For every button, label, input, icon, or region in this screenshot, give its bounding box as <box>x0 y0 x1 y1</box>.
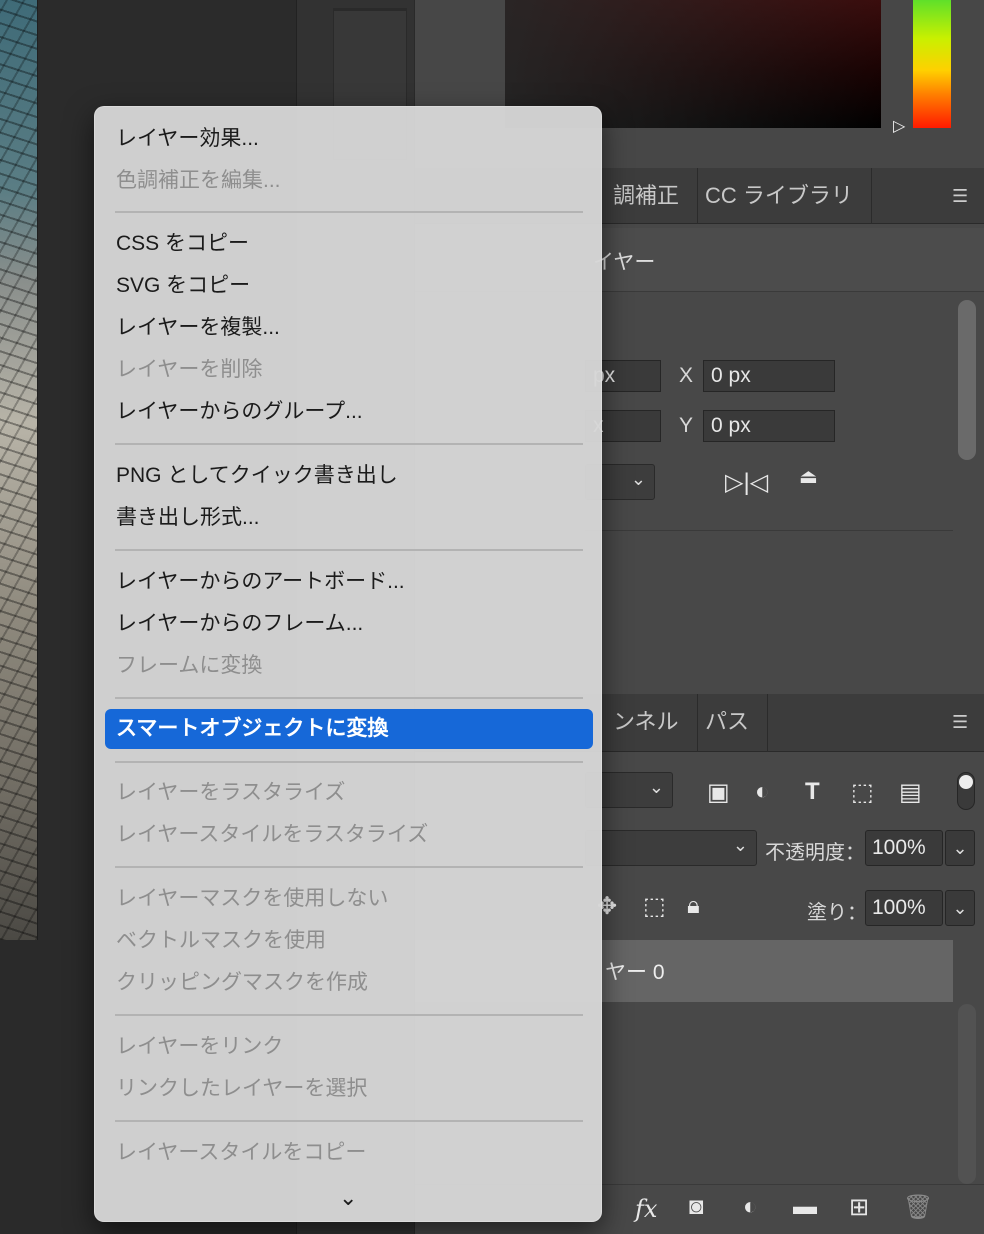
chevron-down-icon: ⌄ <box>732 835 748 855</box>
menu-item-select-linked-layers: リンクしたレイヤーを選択 <box>116 1077 368 1100</box>
fill-field[interactable]: 100% <box>865 890 943 926</box>
type-filter-icon[interactable]: T <box>805 778 820 806</box>
menu-separator <box>115 211 583 213</box>
menu-item-link-layers: レイヤーをリンク <box>116 1035 284 1058</box>
x-label: X <box>679 364 694 387</box>
hue-slider-handle-icon[interactable]: ▷ <box>893 116 905 136</box>
menu-item-create-clipping-mask: クリッピングマスクを作成 <box>116 971 368 994</box>
opacity-chevron-icon[interactable]: ⌄ <box>945 830 975 866</box>
chevron-down-icon: ⌄ <box>648 777 664 797</box>
image-filter-icon[interactable]: ▣ <box>707 778 730 807</box>
menu-item-layer-effects[interactable]: レイヤー効果... <box>105 119 593 159</box>
menu-item-export-as[interactable]: 書き出し形式... <box>105 498 593 538</box>
shape-filter-icon[interactable]: ⬚ <box>851 778 874 807</box>
menu-item-convert-to-smart-object[interactable]: スマートオブジェクトに変換 <box>105 709 593 749</box>
menu-item-edit-adjustment: 色調補正を編集... <box>116 169 281 192</box>
panel-menu-icon[interactable]: ☰ <box>952 712 972 733</box>
menu-item-rasterize-layer: レイヤーをラスタライズ <box>116 781 346 804</box>
fill-label: 塗り： <box>807 902 867 924</box>
menu-item-group-from-layers[interactable]: レイヤーからのグループ... <box>105 392 593 432</box>
menu-separator <box>115 443 583 445</box>
layer-context-menu: レイヤー効果... 色調補正を編集... CSS をコピー SVG をコピー レ… <box>94 106 602 1222</box>
lock-all-icon[interactable]: 🔒︎ <box>687 892 700 920</box>
menu-separator <box>115 1120 583 1122</box>
opacity-label: 不透明度： <box>765 842 865 864</box>
menu-item-disable-layer-mask: レイヤーマスクを使用しない <box>116 887 389 910</box>
fill-chevron-icon[interactable]: ⌄ <box>945 890 975 926</box>
properties-subtitle-text: イヤー <box>593 251 656 274</box>
menu-item-frame-from-layers[interactable]: レイヤーからのフレーム... <box>105 604 593 644</box>
artboard-lock-icon[interactable]: ⬚ <box>643 892 666 921</box>
properties-divider <box>585 530 953 531</box>
hue-slider[interactable] <box>913 0 951 128</box>
menu-separator <box>115 761 583 763</box>
trash-icon[interactable]: 🗑︎ <box>903 1193 933 1222</box>
menu-item-convert-to-frame: フレームに変換 <box>116 654 263 677</box>
menu-item-duplicate-layer[interactable]: レイヤーを複製... <box>105 308 593 348</box>
canvas-image[interactable] <box>0 0 38 940</box>
properties-scrollbar[interactable] <box>958 300 976 460</box>
new-layer-icon[interactable]: ⊞ <box>849 1193 869 1222</box>
menu-item-copy-layer-style: レイヤースタイルをコピー <box>116 1141 367 1164</box>
flip-vertical-icon[interactable]: ⏏ <box>799 464 818 489</box>
filter-toggle[interactable] <box>957 772 975 810</box>
menu-item-copy-svg[interactable]: SVG をコピー <box>105 266 593 306</box>
tab-cc-libraries[interactable]: CC ライブラリ <box>687 168 872 224</box>
menu-item-artboard-from-layers[interactable]: レイヤーからのアートボード... <box>105 562 593 602</box>
new-adjustment-icon[interactable]: ◐ <box>743 1193 758 1221</box>
menu-separator <box>115 866 583 868</box>
y-field[interactable]: 0 px <box>703 410 835 442</box>
y-label: Y <box>679 414 694 437</box>
menu-item-rasterize-layer-style: レイヤースタイルをラスタライズ <box>116 823 429 846</box>
menu-separator <box>115 549 583 551</box>
tab-channels[interactable]: ンネル <box>595 694 698 752</box>
filter-toggle-knob <box>959 775 973 789</box>
menu-separator <box>115 697 583 699</box>
smart-object-filter-icon[interactable]: ▤ <box>899 778 922 807</box>
menu-item-delete-layer: レイヤーを削除 <box>116 358 263 381</box>
layers-scrollbar-track[interactable] <box>958 1004 976 1184</box>
chevron-down-icon[interactable]: ⌄ <box>339 1185 357 1211</box>
tab-adjustments[interactable]: 調補正 <box>595 168 699 224</box>
layer-name[interactable]: ヤー 0 <box>605 956 665 986</box>
menu-item-enable-vector-mask: ベクトルマスクを使用 <box>116 929 326 952</box>
add-mask-icon[interactable]: ◙ <box>689 1193 704 1221</box>
menu-item-quick-export-png[interactable]: PNG としてクイック書き出し <box>105 456 593 496</box>
opacity-field[interactable]: 100% <box>865 830 943 866</box>
menu-item-copy-css[interactable]: CSS をコピー <box>105 224 593 264</box>
chevron-down-icon: ⌄ <box>630 469 646 489</box>
panel-menu-icon[interactable]: ☰ <box>952 186 972 207</box>
flip-horizontal-icon[interactable]: ▷|◁ <box>725 468 768 497</box>
menu-separator <box>115 1014 583 1016</box>
blend-mode-dropdown[interactable]: ⌄ <box>585 830 757 866</box>
adjustment-filter-icon[interactable]: ◐ <box>755 778 770 806</box>
x-field[interactable]: 0 px <box>703 360 835 392</box>
fx-icon[interactable]: fx <box>635 1195 657 1223</box>
tab-paths[interactable]: パス <box>687 694 769 752</box>
new-group-folder-icon[interactable]: ▬ <box>793 1193 817 1221</box>
